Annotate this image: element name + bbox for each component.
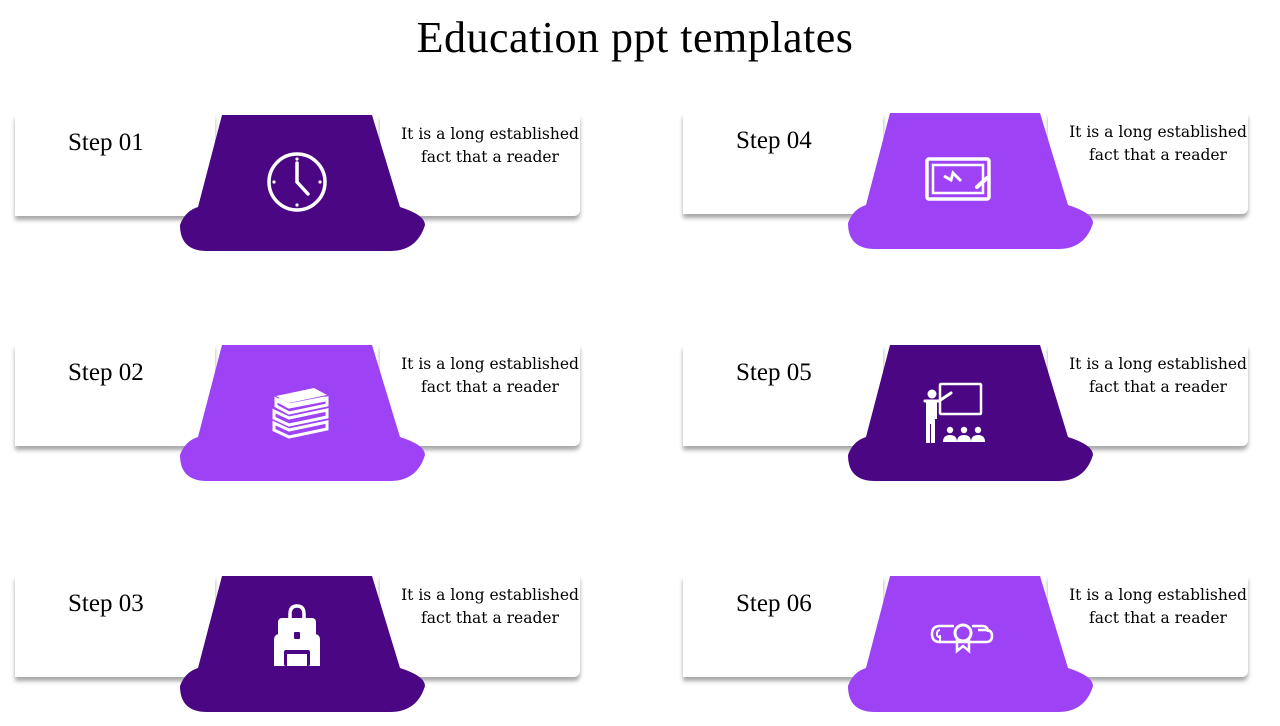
- step-description: It is a long established fact that a read…: [1069, 123, 1247, 164]
- backpack-icon: [274, 604, 320, 666]
- step-label: Step 02: [68, 359, 144, 386]
- step-card-01: Step 01 It is a long established fact tha…: [0, 115, 600, 265]
- teacher-classroom-icon: [923, 382, 985, 443]
- step-description: It is a long established fact that a read…: [401, 125, 579, 166]
- step-card-03: Step 03 It is a long established fact tha…: [0, 576, 600, 726]
- clock-icon: [267, 152, 327, 212]
- step-card-05: Step 05 It is a long established fact tha…: [668, 345, 1268, 495]
- step-card-06: Step 06 It is a long established fact tha…: [668, 576, 1268, 726]
- drawing-tablet-icon: [925, 157, 991, 201]
- step-card-02: Step 02 It is a long established fact tha…: [0, 345, 600, 495]
- step-label: Step 05: [736, 359, 812, 386]
- step-label: Step 04: [736, 127, 812, 154]
- step-label: Step 03: [68, 590, 144, 617]
- step-description: It is a long established fact that a read…: [401, 355, 579, 396]
- step-description: It is a long established fact that a read…: [1069, 355, 1247, 396]
- slide-title: Education ppt templates: [416, 13, 854, 62]
- step-label: Step 06: [736, 590, 812, 617]
- books-icon: [272, 388, 329, 439]
- step-label: Step 01: [68, 129, 144, 156]
- step-description: It is a long established fact that a read…: [1069, 586, 1247, 627]
- diploma-icon: [930, 623, 994, 654]
- step-description: It is a long established fact that a read…: [401, 586, 579, 627]
- step-card-04: Step 04 It is a long established fact tha…: [668, 113, 1268, 263]
